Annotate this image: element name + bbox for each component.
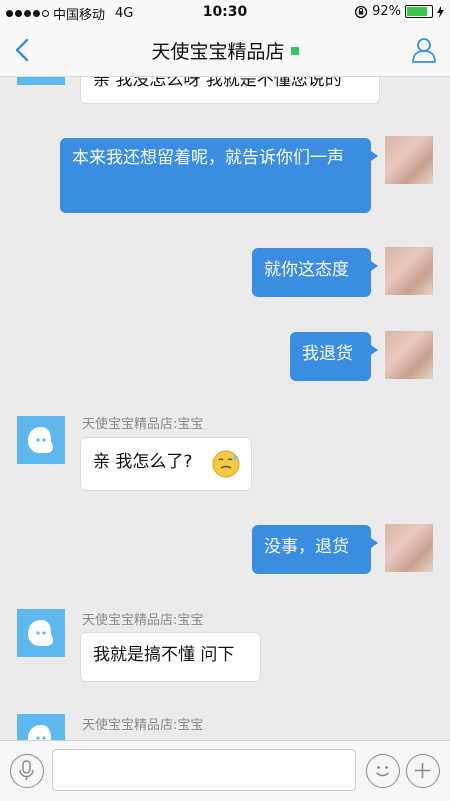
sender-name: 天使宝宝精品店:宝宝: [82, 613, 204, 628]
emoji-button[interactable]: [366, 754, 400, 788]
sweat-smile-emoji: [212, 450, 240, 478]
message-text: 我退货: [302, 344, 353, 364]
shop-avatar[interactable]: [17, 714, 65, 740]
sender-name: 天使宝宝精品店:宝宝: [82, 417, 204, 432]
page-title: 天使宝宝精品店: [0, 37, 450, 64]
bubble-tail: [371, 151, 378, 161]
battery-icon: [405, 5, 433, 18]
online-status-icon: [290, 46, 299, 55]
outgoing-message-bubble[interactable]: 没事，退货: [252, 525, 371, 574]
user-avatar[interactable]: [385, 136, 433, 184]
user-avatar[interactable]: [385, 331, 433, 379]
bubble-face-icon: [28, 620, 53, 646]
bubble-face-icon: [28, 725, 52, 740]
chat-area[interactable]: 亲 我没怎么呀 我就是不懂您说的 本来我还想留着呢，就告诉你们一声 就你这态度 …: [0, 77, 450, 740]
message-text: 就你这态度: [264, 260, 349, 280]
bubble-tail: [371, 345, 378, 355]
message-text: 我就是搞不懂 问下: [93, 645, 235, 665]
shop-avatar[interactable]: [17, 77, 65, 85]
smiley-icon: [376, 766, 389, 777]
user-avatar[interactable]: [385, 524, 433, 572]
plus-icon: [415, 763, 430, 778]
message-text: 亲 我怎么了?: [93, 452, 193, 472]
outgoing-message-bubble[interactable]: 本来我还想留着呢，就告诉你们一声: [60, 138, 371, 213]
message-text: 亲 我没怎么呀 我就是不懂您说的: [93, 77, 342, 90]
message-input[interactable]: [52, 749, 356, 791]
outgoing-message-bubble[interactable]: 我退货: [290, 332, 371, 381]
shop-avatar[interactable]: [17, 416, 65, 464]
nav-bar: 天使宝宝精品店: [0, 24, 450, 77]
input-bar: [0, 740, 450, 801]
sender-name: 天使宝宝精品店:宝宝: [82, 718, 204, 733]
shop-name: 天使宝宝精品店: [151, 41, 285, 63]
incoming-message-bubble[interactable]: 我就是搞不懂 问下: [80, 632, 261, 682]
voice-button[interactable]: [10, 754, 44, 788]
profile-icon[interactable]: [410, 36, 438, 64]
status-bar: 中国移动 4G 10:30 92%: [0, 0, 450, 24]
shop-avatar[interactable]: [17, 609, 65, 657]
bubble-tail: [371, 538, 378, 548]
rotation-lock-icon: [354, 5, 368, 18]
incoming-message-bubble[interactable]: 亲 我没怎么呀 我就是不懂您说的: [80, 77, 380, 104]
microphone-icon: [19, 760, 34, 780]
message-text: 本来我还想留着呢，就告诉你们一声: [72, 148, 344, 168]
bubble-tail: [371, 261, 378, 271]
bubble-face-icon: [28, 427, 53, 453]
outgoing-message-bubble[interactable]: 就你这态度: [252, 248, 371, 297]
user-avatar[interactable]: [385, 247, 433, 295]
message-text: 没事，退货: [264, 537, 349, 557]
more-button[interactable]: [406, 754, 440, 788]
incoming-message-bubble[interactable]: 亲 我怎么了?: [80, 437, 252, 491]
battery-percent: 92%: [372, 4, 401, 19]
charging-icon: [437, 5, 444, 18]
